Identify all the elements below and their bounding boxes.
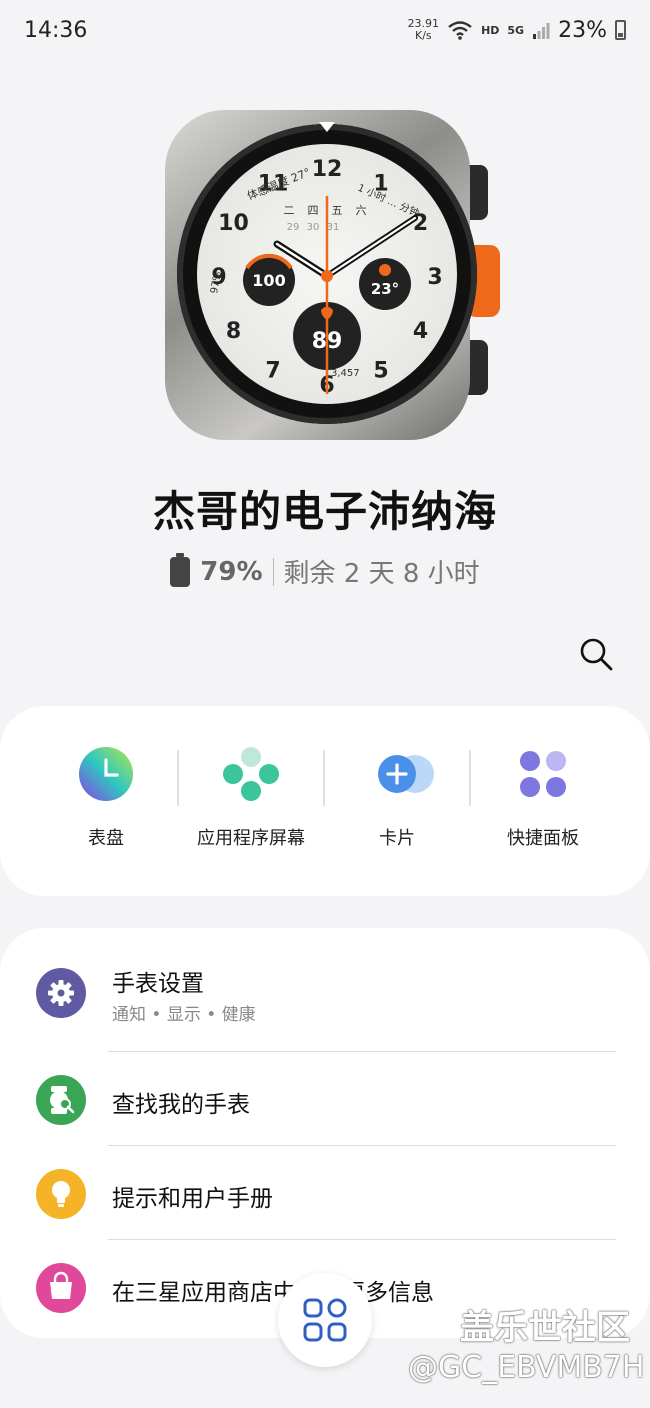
status-bar: 14:36 23.91 K/s HD 5G 23% — [0, 0, 650, 60]
network-type: 5G — [507, 23, 525, 37]
hd-label: HD — [481, 23, 500, 37]
watch-date-number: 31 — [327, 222, 340, 233]
watch-image[interactable]: 121234567891011 体感温度 27° 1 小时 … 分钟 二四五六 … — [160, 100, 505, 450]
device-battery-icon — [170, 552, 191, 587]
device-name: 杰哥的电子沛纳海 — [152, 487, 497, 536]
signal-icon — [533, 23, 550, 39]
watch-battery-value: 100 — [252, 271, 285, 290]
watch-weekday: 四 — [308, 204, 319, 217]
status-time: 14:36 — [24, 17, 88, 43]
divider — [108, 1239, 616, 1240]
device-battery-row: 79% 剩余 2 天 8 小时 — [0, 552, 650, 590]
apps-fab-button[interactable] — [278, 1273, 372, 1367]
menu-item-title: 查找我的手表 — [112, 1092, 250, 1118]
lightbulb-icon — [36, 1169, 86, 1219]
battery-icon — [615, 20, 626, 40]
watch-weekday: 六 — [356, 204, 367, 217]
watch-numeral: 3 — [427, 265, 442, 290]
quick-item-apps-screen[interactable]: 应用程序屏幕 — [178, 746, 324, 850]
grid-apps-icon — [303, 1298, 347, 1342]
menu-item-subtitle: 通知 • 显示 • 健康 — [112, 1005, 256, 1025]
quick-item-label: 应用程序屏幕 — [197, 828, 305, 849]
menu-item-watch-settings[interactable]: 手表设置 通知 • 显示 • 健康 — [0, 940, 650, 1050]
watch-numeral: 4 — [413, 319, 428, 344]
menu-item-tips-manual[interactable]: 提示和用户手册 — [0, 1147, 650, 1241]
quick-item-label: 快捷面板 — [507, 828, 579, 849]
search-button[interactable] — [574, 632, 618, 676]
watermark-user: @GC_EBVMB7H — [408, 1350, 645, 1385]
watch-face-drawing: 121234567891011 体感温度 27° 1 小时 … 分钟 二四五六 … — [209, 157, 443, 398]
gear-icon — [36, 968, 86, 1018]
network-speed: 23.91 K/s — [407, 17, 440, 42]
watch-weekday: 二 — [284, 204, 295, 217]
watch-face: 121234567891011 体感温度 27° 1 小时 … 分钟 二四五六 … — [197, 144, 457, 404]
quick-panel-icon — [515, 746, 571, 802]
divider — [108, 1145, 616, 1146]
status-icons: 23.91 K/s HD 5G 23% — [408, 18, 626, 43]
apps-screen-icon — [223, 746, 279, 802]
watch-numeral: 5 — [373, 359, 388, 384]
watch-date-number: 30 — [307, 222, 320, 233]
watch-weekday: 五 — [332, 204, 343, 217]
quick-item-label: 卡片 — [379, 828, 415, 849]
watch-date-number: 29 — [287, 222, 300, 233]
watch-numeral: 12 — [312, 157, 343, 182]
store-bag-icon — [36, 1263, 86, 1313]
watch-numeral: 7 — [265, 359, 280, 384]
quick-actions-card: 表盘 应用程序屏幕 卡片 快捷面板 — [0, 706, 650, 896]
menu-item-title: 提示和用户手册 — [112, 1186, 273, 1212]
divider — [108, 1051, 616, 1052]
quick-item-tiles[interactable]: 卡片 — [324, 746, 470, 850]
menu-item-title: 手表设置 — [112, 971, 204, 997]
menu-item-find-watch[interactable]: 查找我的手表 — [0, 1053, 650, 1147]
device-battery-remaining: 剩余 2 天 8 小时 — [283, 559, 480, 589]
find-watch-icon — [36, 1075, 86, 1125]
watch-face-icon — [78, 746, 134, 802]
watch-temperature: 23° — [371, 280, 399, 298]
device-battery-percent: 79% — [200, 556, 263, 587]
quick-item-quick-panel[interactable]: 快捷面板 — [470, 746, 616, 850]
quick-item-watch-faces[interactable]: 表盘 — [33, 746, 179, 850]
watch-weather-label: 体感温度 27° — [245, 165, 312, 203]
watch-weather-icon — [379, 264, 391, 276]
bezel-marker-icon — [319, 122, 335, 132]
watch-numeral: 8 — [226, 319, 241, 344]
watermark-community: 盖乐世社区 — [460, 1308, 630, 1348]
battery-separator — [272, 557, 274, 586]
watch-numeral: 10 — [218, 211, 249, 236]
tiles-icon — [369, 746, 434, 802]
quick-item-label: 表盘 — [88, 828, 124, 849]
wifi-icon — [448, 21, 472, 40]
watch-steps: 3,457 — [331, 368, 360, 379]
battery-percent: 23% — [558, 17, 607, 43]
search-icon — [580, 638, 613, 671]
menu-item-title: 在三星应用商店中获取更多信息 — [112, 1280, 434, 1306]
